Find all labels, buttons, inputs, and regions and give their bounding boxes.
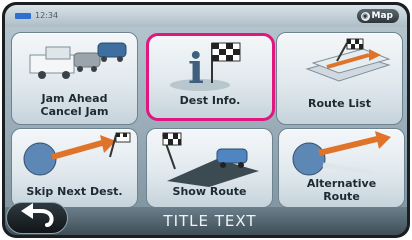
route-list-button[interactable]: Route List	[276, 32, 403, 125]
selection-highlight	[146, 33, 275, 121]
alternative-route-button[interactable]: Alternative Route	[278, 128, 405, 208]
tile-label: Jam Ahead Cancel Jam	[40, 92, 109, 118]
jam-ahead-cancel-jam-button[interactable]: Jam Ahead Cancel Jam	[11, 32, 138, 125]
back-button[interactable]	[6, 202, 68, 234]
skip-destination-icon	[23, 132, 131, 176]
status-bar: 12:34 ◉ Map	[5, 5, 407, 27]
show-route-car-icon	[162, 132, 259, 187]
globe-icon: ◉	[360, 11, 370, 21]
traffic-jam-icon	[29, 42, 127, 79]
tile-label: Show Route	[172, 185, 247, 198]
navigation-menu-screen: 12:34 ◉ Map Jam Ahead Cancel Jam i Dest …	[5, 5, 407, 235]
map-button[interactable]: ◉ Map	[356, 9, 399, 23]
show-route-button[interactable]: Show Route	[146, 128, 273, 208]
skip-next-dest-button[interactable]: Skip Next Dest.	[11, 128, 138, 208]
tile-label: Skip Next Dest.	[26, 185, 123, 198]
map-button-label: Map	[371, 11, 393, 21]
battery-icon	[15, 13, 31, 19]
tile-label: Route List	[308, 97, 371, 110]
back-arrow-icon	[21, 203, 54, 227]
clock: 12:34	[35, 11, 59, 20]
route-list-icon	[305, 38, 391, 82]
tile-label: Alternative Route	[306, 177, 377, 203]
title-text: TITLE TEXT	[163, 212, 257, 230]
